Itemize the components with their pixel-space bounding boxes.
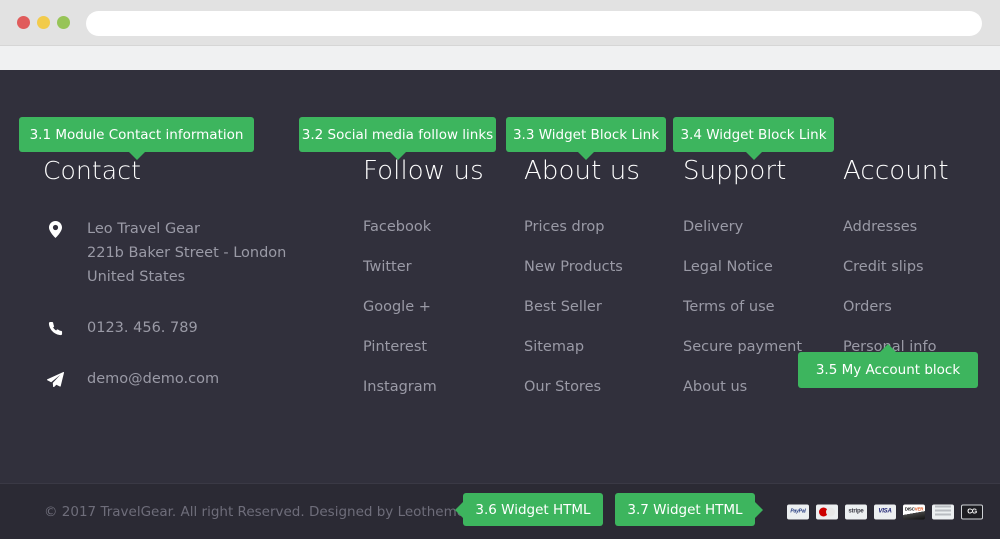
- link-legal-notice[interactable]: Legal Notice: [683, 259, 773, 276]
- list-item: Facebook: [363, 218, 513, 236]
- contact-address-item: Leo Travel Gear 221b Baker Street - Lond…: [43, 217, 293, 289]
- footer-column-account: Account Addresses Credit slips Orders Pe…: [843, 70, 993, 378]
- phone-icon: [43, 317, 67, 339]
- link-instagram[interactable]: Instagram: [363, 379, 437, 396]
- contact-phone-value: 0123. 456. 789: [87, 320, 198, 336]
- link-sitemap[interactable]: Sitemap: [524, 339, 584, 356]
- link-prices-drop[interactable]: Prices drop: [524, 219, 604, 236]
- stripe-icon: stripe: [845, 504, 867, 519]
- link-google-plus[interactable]: Google +: [363, 299, 431, 316]
- list-item: Instagram: [363, 378, 513, 396]
- link-our-stores[interactable]: Our Stores: [524, 379, 601, 396]
- list-item: Prices drop: [524, 218, 674, 236]
- list-item: New Products: [524, 258, 674, 276]
- list-item: Our Stores: [524, 378, 674, 396]
- paypal-icon: PayPal: [787, 504, 809, 519]
- window-controls: [17, 16, 70, 29]
- list-item: Delivery: [683, 218, 843, 236]
- contact-info-list: Leo Travel Gear 221b Baker Street - Lond…: [43, 183, 293, 391]
- link-addresses[interactable]: Addresses: [843, 219, 917, 236]
- browser-window: Contact Leo Travel Gear 221b Baker Stree…: [0, 0, 1000, 539]
- close-window-button[interactable]: [17, 16, 30, 29]
- link-about-us[interactable]: About us: [683, 379, 747, 396]
- link-pinterest[interactable]: Pinterest: [363, 339, 427, 356]
- annotation-badge-3-4: 3.4 Widget Block Link: [673, 117, 834, 160]
- column-title-account: Account: [843, 156, 949, 186]
- link-facebook[interactable]: Facebook: [363, 219, 431, 236]
- link-credit-slips[interactable]: Credit slips: [843, 259, 924, 276]
- annotation-badge-3-5: 3.5 My Account block: [798, 344, 978, 388]
- annotation-badge-3-3: 3.3 Widget Block Link: [506, 117, 666, 160]
- annotation-badge-3-2: 3.2 Social media follow links: [299, 117, 496, 160]
- list-item: Legal Notice: [683, 258, 843, 276]
- list-item: Twitter: [363, 258, 513, 276]
- link-terms-of-use[interactable]: Terms of use: [683, 299, 775, 316]
- link-new-products[interactable]: New Products: [524, 259, 623, 276]
- annotation-badge-3-7: 3.7 Widget HTML: [615, 493, 763, 526]
- browser-chrome: [0, 0, 1000, 45]
- list-item: Google +: [363, 298, 513, 316]
- maximize-window-button[interactable]: [57, 16, 70, 29]
- list-item: Sitemap: [524, 338, 674, 356]
- minimize-window-button[interactable]: [37, 16, 50, 29]
- paper-plane-icon: [43, 368, 67, 390]
- address-bar-input[interactable]: [86, 11, 982, 36]
- cg-icon: CG: [961, 504, 983, 519]
- link-secure-payment[interactable]: Secure payment: [683, 339, 802, 356]
- copyright-text: © 2017 TravelGear. All right Reserved. D…: [44, 503, 466, 520]
- list-item: Best Seller: [524, 298, 674, 316]
- visa-icon: VISA: [874, 504, 896, 519]
- contact-address-line-1: Leo Travel Gear: [87, 221, 200, 237]
- list-item: Addresses: [843, 218, 993, 236]
- about-links-list: Prices drop New Products Best Seller Sit…: [524, 184, 674, 396]
- link-best-seller[interactable]: Best Seller: [524, 299, 602, 316]
- annotation-badge-3-1: 3.1 Module Contact information: [19, 117, 254, 160]
- link-twitter[interactable]: Twitter: [363, 259, 412, 276]
- contact-email-item: demo@demo.com: [43, 367, 293, 391]
- payment-methods-list: PayPal stripe VISA DISC VER CG: [787, 504, 983, 519]
- contact-email-value: demo@demo.com: [87, 371, 220, 387]
- list-item: Terms of use: [683, 298, 843, 316]
- annotation-badge-3-6: 3.6 Widget HTML: [455, 493, 603, 526]
- contact-address-line-3: United States: [87, 269, 186, 285]
- account-links-list: Addresses Credit slips Orders Personal i…: [843, 184, 993, 356]
- link-orders[interactable]: Orders: [843, 299, 892, 316]
- list-item: Credit slips: [843, 258, 993, 276]
- contact-address-line-2: 221b Baker Street - London: [87, 245, 287, 261]
- map-marker-icon: [43, 218, 67, 240]
- list-item: Orders: [843, 298, 993, 316]
- follow-links-list: Facebook Twitter Google + Pinterest Inst…: [363, 184, 513, 396]
- contact-phone-item: 0123. 456. 789: [43, 316, 293, 340]
- discover-icon: DISC VER: [903, 504, 925, 519]
- browser-toolbar-strip: [0, 45, 1000, 71]
- credit-card-icon: [932, 504, 954, 519]
- link-delivery[interactable]: Delivery: [683, 219, 743, 236]
- list-item: Pinterest: [363, 338, 513, 356]
- mastercard-icon: [816, 504, 838, 519]
